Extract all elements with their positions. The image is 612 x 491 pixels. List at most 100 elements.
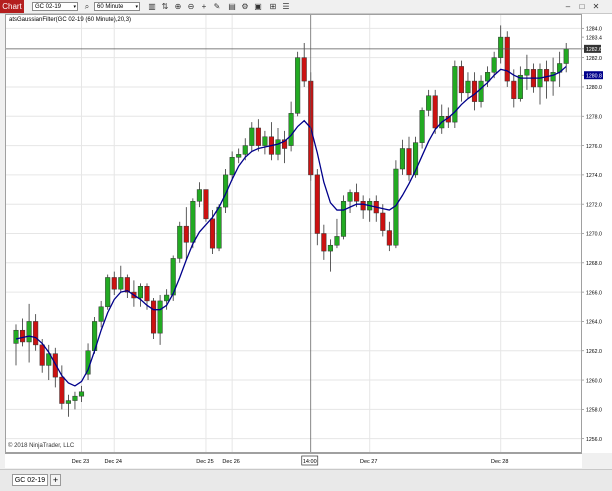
candle-down [183,225,189,243]
candle-down [52,353,58,378]
candle-down [20,329,26,343]
candlestick-chart[interactable] [6,15,581,452]
last-price-label: 1280.8 [586,73,602,79]
time-label: Dec 24 [105,459,122,465]
time-label: Dec 28 [491,459,508,465]
price-axis[interactable]: 1284.0 1283.4 1282.6 1282.0 1280.8 1280.0 1278… [582,14,612,453]
candle-down [458,66,464,94]
chevron-down-icon: ▾ [73,4,76,10]
zoom-out-icon[interactable]: ⊖ [186,1,196,12]
candle-down [59,376,65,404]
candle-down [380,212,386,231]
candle-up [524,69,530,76]
chart-style-icon[interactable]: ⇅ [160,1,170,12]
price-label: 1284.0 [586,27,602,33]
search-icon[interactable]: ⌕ [82,1,92,12]
candle-up [340,201,347,237]
crosshair-icon[interactable]: + [199,1,209,12]
price-label: 1283.4 [586,35,602,41]
candle-up [72,395,78,401]
candle-up [485,72,491,82]
time-label: Dec 23 [72,459,89,465]
time-label: Dec 26 [222,459,239,465]
price-label: 1256.0 [586,437,602,443]
candle-down [504,36,510,82]
candle-up [262,136,268,146]
candle-down [511,80,517,99]
data-box-icon[interactable]: ▣ [253,1,263,12]
candle-down [255,127,261,146]
candle-down [209,218,216,249]
price-label: 1264.0 [586,320,602,326]
crosshair-time-label: 14:00 [303,459,317,465]
time-axis-labels: Dec 23 Dec 24 Dec 25 Dec 26 14:00 Dec 27 Dec 2… [72,455,508,466]
candle-up [98,306,104,322]
drawing-tool-icon[interactable]: ✎ [212,1,222,12]
price-label: 1280.0 [586,85,602,91]
candle-up [491,57,497,73]
candle-up [550,72,556,82]
candle-up [249,127,255,146]
candle-down [406,148,412,176]
candle-up [419,110,425,143]
candle-up [177,225,183,259]
strategies-icon[interactable]: ⚙ [240,1,250,12]
properties-icon[interactable]: ☰ [281,1,291,12]
indicators-icon[interactable]: ▤ [227,1,237,12]
price-axis-labels: 1284.0 1283.4 1282.6 1282.0 1280.8 1280.0 1278… [582,27,603,443]
price-label: 1258.0 [586,408,602,414]
price-chart-panel[interactable]: atsGaussianFilter(GC 02-19 (60 Minute),2… [5,14,582,453]
chevron-down-icon: ▾ [135,4,138,10]
candle-down [471,80,478,102]
candle-up [295,57,301,114]
indicator-label: atsGaussianFilter(GC 02-19 (60 Minute),2… [9,17,132,23]
add-tab-button[interactable]: + [50,474,61,486]
candle-up [13,329,19,344]
minimize-icon[interactable]: – [563,1,573,12]
candle-down [360,201,366,211]
time-axis[interactable]: Dec 23 Dec 24 Dec 25 Dec 26 14:00 Dec 27 Dec 2… [5,453,582,468]
chart-tab-bar: GC 02-19 + [0,469,612,491]
time-label: Dec 27 [360,459,377,465]
tab-gc-02-19[interactable]: GC 02-19 [12,474,48,486]
candle-down [124,277,130,293]
candle-up [105,277,111,308]
candle-down [144,286,150,302]
close-icon[interactable]: ✕ [591,1,601,12]
price-label: 1260.0 [586,378,602,384]
candle-down [432,95,438,129]
zoom-in-icon[interactable]: ⊕ [173,1,183,12]
candle-down [354,192,360,202]
copyright-label: © 2018 NinjaTrader, LLC [8,443,75,449]
instrument-selector[interactable]: GC 02-19 ▾ [32,2,78,11]
candle-down [33,321,39,346]
interval-selector[interactable]: 60 Minute ▾ [94,2,140,11]
candle-up [65,400,71,404]
candle-down [39,344,45,366]
price-label: 1266.0 [586,290,602,296]
candle-up [334,236,340,246]
candle-down [111,277,117,290]
price-label: 1262.0 [586,349,602,355]
candle-up [478,80,484,102]
candle-down [203,189,209,220]
candle-up [78,391,85,397]
candle-up [426,95,432,111]
candle-up [399,148,405,170]
chart-window-tab[interactable]: Chart [0,0,24,13]
interval-value: 60 Minute [97,4,124,10]
candle-up [347,192,353,202]
candle-up [190,201,196,243]
candle-up [275,139,281,155]
candle-up [236,154,242,158]
maximize-icon[interactable]: □ [577,1,587,12]
price-label: 1282.0 [586,56,602,62]
crosshair-price-label: 1282.6 [586,47,602,53]
candle-up [196,189,202,202]
candle-up [137,286,143,299]
chart-toolbar: Chart GC 02-19 ▾ ⌕ 60 Minute ▾ ▥ ⇅ ⊕ ⊖ + ✎… [0,0,612,14]
candle-up [26,321,32,343]
chart-trader-icon[interactable]: ⊞ [268,1,278,12]
bar-chart-icon[interactable]: ▥ [147,1,157,12]
candle-up [327,244,333,252]
